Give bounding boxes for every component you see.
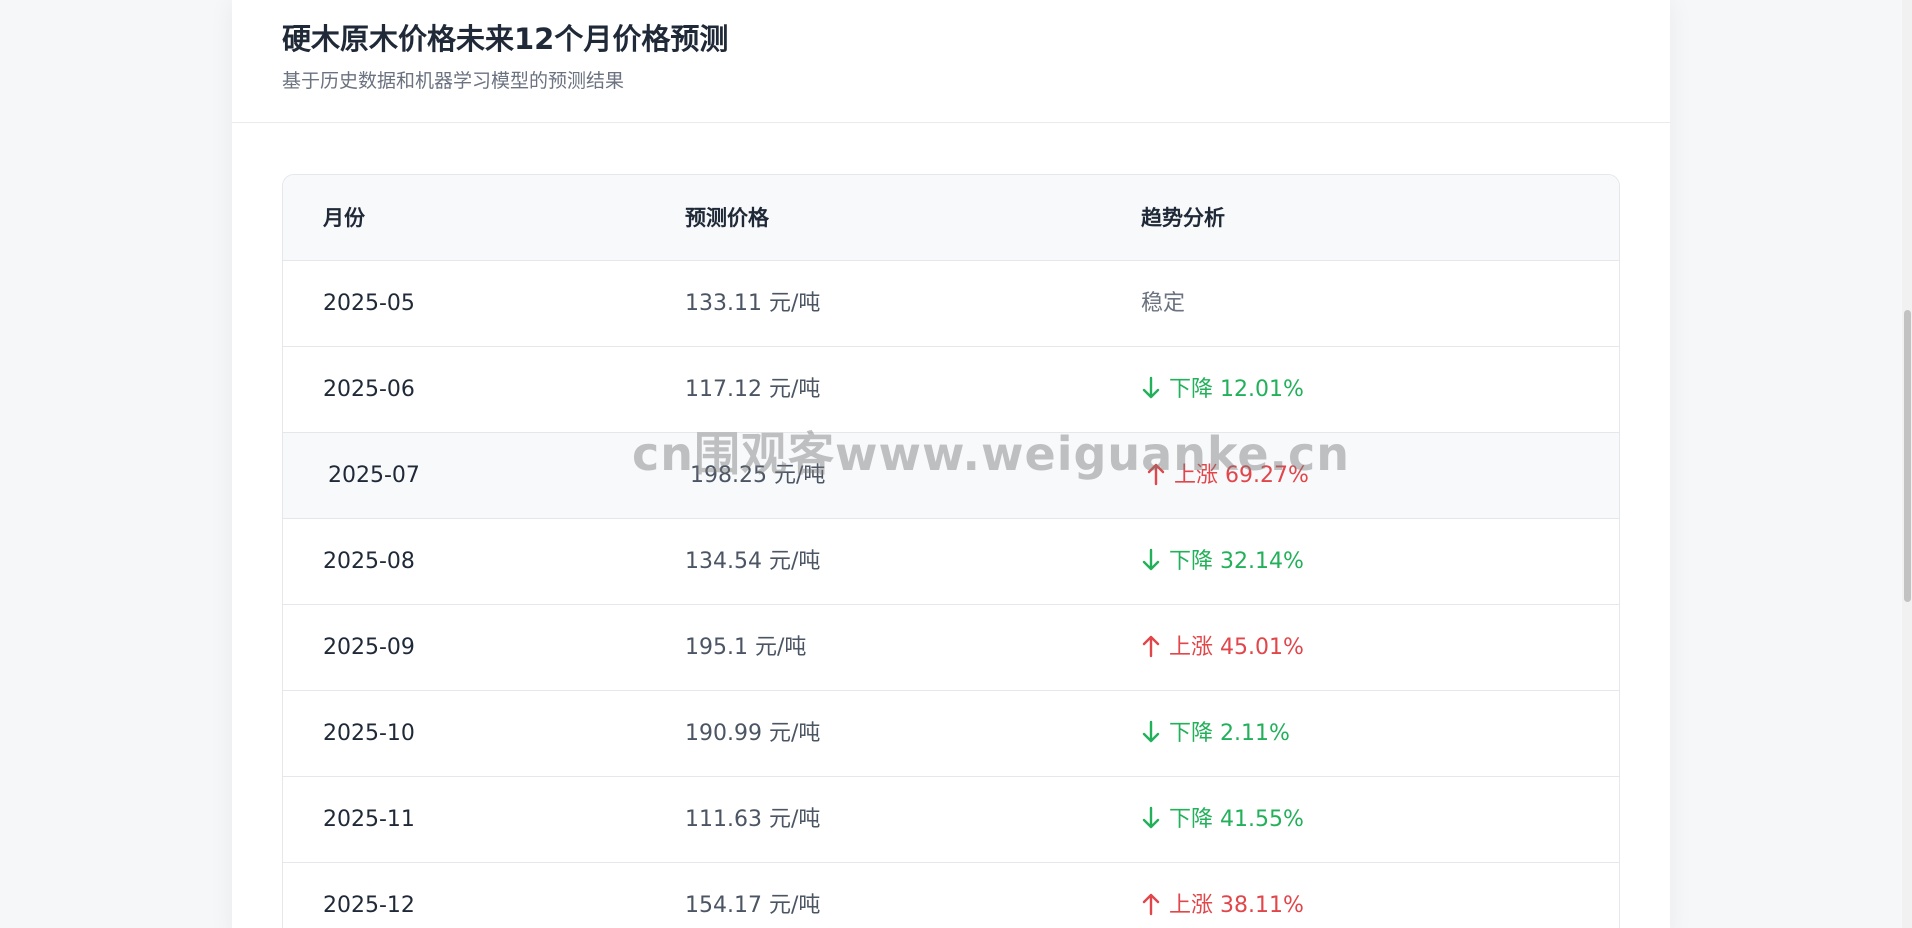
month-cell: 2025-12 <box>323 893 415 918</box>
trend-cell: 下降 2.11% <box>1141 691 1290 777</box>
month-cell: 2025-05 <box>323 291 415 316</box>
trend-label: 上涨 69.27% <box>1174 463 1309 488</box>
price-cell: 195.1 元/吨 <box>685 635 807 660</box>
column-header-trend: 趋势分析 <box>1141 206 1225 230</box>
trend-label: 下降 2.11% <box>1169 721 1290 746</box>
trend-label: 下降 41.55% <box>1169 807 1304 832</box>
table-row[interactable]: 2025-05 133.11 元/吨 稳定 <box>283 261 1619 347</box>
trend-cell: 上涨 38.11% <box>1141 863 1304 928</box>
month-cell: 2025-07 <box>328 463 420 488</box>
trend-label: 下降 12.01% <box>1169 377 1304 402</box>
table-row[interactable]: 2025-08 134.54 元/吨 下降 32.14% <box>283 519 1619 605</box>
price-cell: 198.25 元/吨 <box>690 463 826 488</box>
month-cell: 2025-09 <box>323 635 415 660</box>
forecast-table: 月份 预测价格 趋势分析 2025-05 133.11 元/吨 稳定 2025-… <box>282 174 1620 928</box>
trend-label: 稳定 <box>1141 291 1186 316</box>
arrow-down-icon <box>1142 376 1160 399</box>
price-cell: 190.99 元/吨 <box>685 721 821 746</box>
price-cell: 134.54 元/吨 <box>685 549 821 574</box>
arrow-up-icon <box>1142 893 1160 916</box>
price-cell: 111.63 元/吨 <box>685 807 821 832</box>
arrow-down-icon <box>1142 548 1160 571</box>
price-cell: 154.17 元/吨 <box>685 893 821 918</box>
page-viewport: 硬木原木价格未来12个月价格预测 基于历史数据和机器学习模型的预测结果 月份 预… <box>0 0 1912 928</box>
month-cell: 2025-10 <box>323 721 415 746</box>
scrollbar-thumb[interactable] <box>1904 310 1911 602</box>
table-row[interactable]: 2025-06 117.12 元/吨 下降 12.01% <box>283 347 1619 433</box>
column-header-price: 预测价格 <box>685 206 769 230</box>
table-row[interactable]: 2025-09 195.1 元/吨 上涨 45.01% <box>283 605 1619 691</box>
arrow-down-icon <box>1142 720 1160 743</box>
trend-label: 下降 32.14% <box>1169 549 1304 574</box>
arrow-down-icon <box>1142 806 1160 829</box>
trend-cell: 上涨 45.01% <box>1141 605 1304 691</box>
month-cell: 2025-11 <box>323 807 415 832</box>
arrow-up-icon <box>1147 463 1165 486</box>
table-row[interactable]: 2025-07 198.25 元/吨 上涨 69.27% <box>283 433 1619 519</box>
month-cell: 2025-08 <box>323 549 415 574</box>
column-header-month: 月份 <box>323 206 365 230</box>
month-cell: 2025-06 <box>323 377 415 402</box>
page-title: 硬木原木价格未来12个月价格预测 <box>282 22 729 56</box>
table-header-row: 月份 预测价格 趋势分析 <box>283 175 1619 261</box>
table-row[interactable]: 2025-11 111.63 元/吨 下降 41.55% <box>283 777 1619 863</box>
trend-cell: 下降 32.14% <box>1141 519 1304 605</box>
page-subtitle: 基于历史数据和机器学习模型的预测结果 <box>282 70 625 92</box>
card-header: 硬木原木价格未来12个月价格预测 基于历史数据和机器学习模型的预测结果 <box>232 0 1670 123</box>
trend-label: 上涨 38.11% <box>1169 893 1304 918</box>
trend-cell: 稳定 <box>1141 261 1185 347</box>
trend-cell: 上涨 69.27% <box>1146 433 1309 519</box>
trend-cell: 下降 12.01% <box>1141 347 1304 433</box>
price-cell: 133.11 元/吨 <box>685 291 821 316</box>
forecast-card: 硬木原木价格未来12个月价格预测 基于历史数据和机器学习模型的预测结果 月份 预… <box>232 0 1670 928</box>
trend-label: 上涨 45.01% <box>1169 635 1304 660</box>
arrow-up-icon <box>1142 635 1160 658</box>
trend-cell: 下降 41.55% <box>1141 777 1304 863</box>
table-row[interactable]: 2025-12 154.17 元/吨 上涨 38.11% <box>283 863 1619 928</box>
table-row[interactable]: 2025-10 190.99 元/吨 下降 2.11% <box>283 691 1619 777</box>
price-cell: 117.12 元/吨 <box>685 377 821 402</box>
